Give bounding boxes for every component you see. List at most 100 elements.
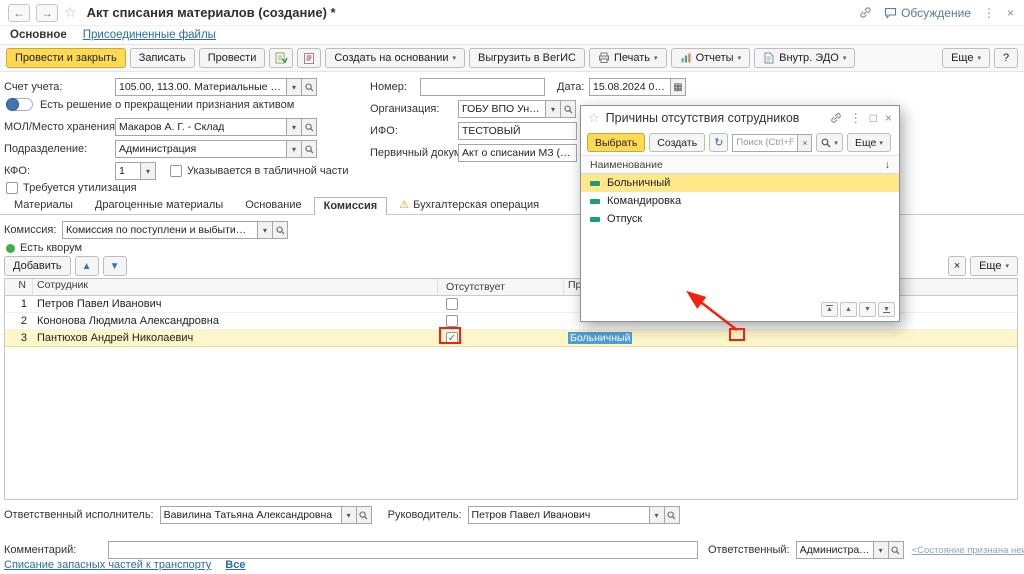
responsible-dropdown-icon[interactable]: ▾ xyxy=(874,541,889,559)
popup-close-icon[interactable]: × xyxy=(885,111,892,125)
account-dropdown-icon[interactable]: ▾ xyxy=(287,78,302,96)
tab-commission[interactable]: Комиссия xyxy=(314,197,388,215)
table-more-button[interactable]: Еще▾ xyxy=(970,256,1018,276)
popup-more-button[interactable]: Еще▾ xyxy=(847,133,891,152)
absent-checkbox-checked[interactable]: ✓ xyxy=(446,332,458,344)
department-dropdown-icon[interactable]: ▾ xyxy=(287,140,302,158)
popup-refresh-button[interactable]: ↻ xyxy=(709,133,728,152)
more-button[interactable]: Еще▾ xyxy=(942,48,990,68)
reports-button[interactable]: Отчеты▾ xyxy=(671,48,751,68)
create-based-on-button[interactable]: Создать на основании▾ xyxy=(325,48,465,68)
table-row-selected[interactable]: 3 Пантюхов Андрей Николаевич ✓ Больничны… xyxy=(5,330,1017,347)
kfo-tabular-checkbox[interactable] xyxy=(170,165,182,177)
executor-field[interactable]: Вавилина Татьяна Александровна ▾ xyxy=(160,506,372,524)
tab-main[interactable]: Основное xyxy=(10,29,67,41)
ifo-field[interactable]: ТЕСТОВЫЙ xyxy=(458,122,577,140)
print-button[interactable]: Печать▾ xyxy=(589,48,667,68)
department-open-icon[interactable] xyxy=(302,140,317,158)
executor-open-icon[interactable] xyxy=(357,506,372,524)
utilization-checkbox[interactable] xyxy=(6,182,18,194)
absent-checkbox[interactable] xyxy=(446,315,458,327)
department-field[interactable]: Администрация ▾ xyxy=(115,140,317,158)
manager-open-icon[interactable] xyxy=(665,506,680,524)
popup-create-button[interactable]: Создать xyxy=(649,133,705,152)
add-row-button[interactable]: Добавить xyxy=(4,256,71,276)
account-open-icon[interactable] xyxy=(302,78,317,96)
discussion-button[interactable]: Обсуждение xyxy=(884,6,971,20)
go-to-last-button[interactable]: ▼ xyxy=(878,302,895,317)
list-item-selected[interactable]: Больничный xyxy=(581,174,899,192)
column-header-absent[interactable]: Отсутствует xyxy=(438,279,564,295)
account-field[interactable]: 105.00, 113.00. Материальные запасы, Би … xyxy=(115,78,317,96)
tab-attached-files[interactable]: Присоединенные файлы xyxy=(83,29,216,41)
popup-search-input[interactable] xyxy=(732,134,798,152)
column-header-n[interactable]: N xyxy=(5,279,33,295)
link-icon[interactable] xyxy=(859,6,872,19)
popup-maximize-icon[interactable]: □ xyxy=(870,111,877,125)
table-search-clear-button[interactable]: × xyxy=(948,256,966,276)
manager-field[interactable]: Петров Павел Иванович ▾ xyxy=(468,506,680,524)
go-to-first-button[interactable]: ▲ xyxy=(821,302,838,317)
popup-link-icon[interactable] xyxy=(830,112,842,124)
popup-favorite-star-icon[interactable]: ☆ xyxy=(588,110,600,126)
mol-open-icon[interactable] xyxy=(302,118,317,136)
column-header-employee[interactable]: Сотрудник xyxy=(33,279,438,295)
window-close-icon[interactable]: × xyxy=(1007,6,1014,20)
commission-dropdown-icon[interactable]: ▾ xyxy=(258,221,273,239)
upload-vegis-button[interactable]: Выгрузить в ВегИС xyxy=(469,48,585,68)
window-menu-icon[interactable]: ⋮ xyxy=(983,6,995,20)
all-link[interactable]: Все xyxy=(225,559,245,571)
popup-titlebar[interactable]: ☆ Причины отсутствия сотрудников ⋮ □ × xyxy=(581,106,899,130)
commission-field[interactable]: Комиссия по поступлени и выбытию активов… xyxy=(62,221,288,239)
organization-dropdown-icon[interactable]: ▾ xyxy=(546,100,561,118)
decision-toggle[interactable] xyxy=(6,98,33,111)
app-window: ← → ☆ Акт списания материалов (создание)… xyxy=(0,0,1024,574)
popup-select-button[interactable]: Выбрать xyxy=(587,133,645,152)
number-field[interactable] xyxy=(420,78,545,96)
move-row-up-button[interactable]: ▲ xyxy=(75,256,99,276)
forward-button[interactable]: → xyxy=(36,4,58,22)
favorite-star-icon[interactable]: ☆ xyxy=(64,4,77,21)
mol-field[interactable]: Макаров А. Г. - Склад ▾ xyxy=(115,118,317,136)
popup-search-clear-icon[interactable]: × xyxy=(798,134,812,152)
popup-search-options-button[interactable]: ▾ xyxy=(816,133,843,152)
tab-accounting-operation[interactable]: ⚠Бухгалтерская операция xyxy=(389,195,549,214)
tab-materials[interactable]: Материалы xyxy=(4,196,83,214)
document-structure-button[interactable] xyxy=(297,48,321,68)
organization-field[interactable]: ГОБУ ВПО Университет искусств (Субсидия)… xyxy=(458,100,576,118)
executor-dropdown-icon[interactable]: ▾ xyxy=(342,506,357,524)
mol-dropdown-icon[interactable]: ▾ xyxy=(287,118,302,136)
go-up-button[interactable]: ▲ xyxy=(840,302,857,317)
spare-parts-link[interactable]: Списание запасных частей к транспорту xyxy=(4,559,211,571)
write-button[interactable]: Записать xyxy=(130,48,195,68)
kfo-dropdown-icon[interactable]: ▾ xyxy=(141,162,156,180)
go-down-button[interactable]: ▼ xyxy=(859,302,876,317)
list-item[interactable]: Отпуск xyxy=(581,210,899,228)
popup-list-header[interactable]: Наименование ↓ xyxy=(581,156,899,174)
absent-checkbox[interactable] xyxy=(446,298,458,310)
responsible-open-icon[interactable] xyxy=(889,541,904,559)
sort-descending-icon[interactable]: ↓ xyxy=(885,159,890,171)
popup-menu-icon[interactable]: ⋮ xyxy=(850,111,862,125)
post-button[interactable]: Провести xyxy=(199,48,266,68)
list-item[interactable]: Командировка xyxy=(581,192,899,210)
kfo-field[interactable]: 1 ▾ xyxy=(115,162,156,180)
internal-edo-button[interactable]: Внутр. ЭДО▾ xyxy=(754,48,855,68)
post-and-close-button[interactable]: Провести и закрыть xyxy=(6,48,126,68)
move-row-down-button[interactable]: ▼ xyxy=(103,256,127,276)
calendar-icon[interactable]: ▦ xyxy=(671,78,686,96)
commission-open-icon[interactable] xyxy=(273,221,288,239)
tab-precious-materials[interactable]: Драгоценные материалы xyxy=(85,196,233,214)
tab-basis[interactable]: Основание xyxy=(235,196,311,214)
primary-doc-field[interactable]: Акт о списании МЗ (ф. 0510460) (61н... xyxy=(458,144,577,162)
reason-cell-selected-text[interactable]: Больничный xyxy=(568,332,632,344)
comment-field[interactable] xyxy=(108,541,698,559)
manager-dropdown-icon[interactable]: ▾ xyxy=(650,506,665,524)
organization-open-icon[interactable] xyxy=(561,100,576,118)
show-postings-button[interactable] xyxy=(269,48,293,68)
back-button[interactable]: ← xyxy=(8,4,30,22)
help-button[interactable]: ? xyxy=(994,48,1018,68)
date-field[interactable]: 15.08.2024 0:00:00 ▦ xyxy=(589,78,686,96)
responsible-field[interactable]: Администратор ▾ xyxy=(796,541,904,559)
recognition-state-link[interactable]: <Состояние признана неизвестно> xyxy=(912,545,1024,556)
